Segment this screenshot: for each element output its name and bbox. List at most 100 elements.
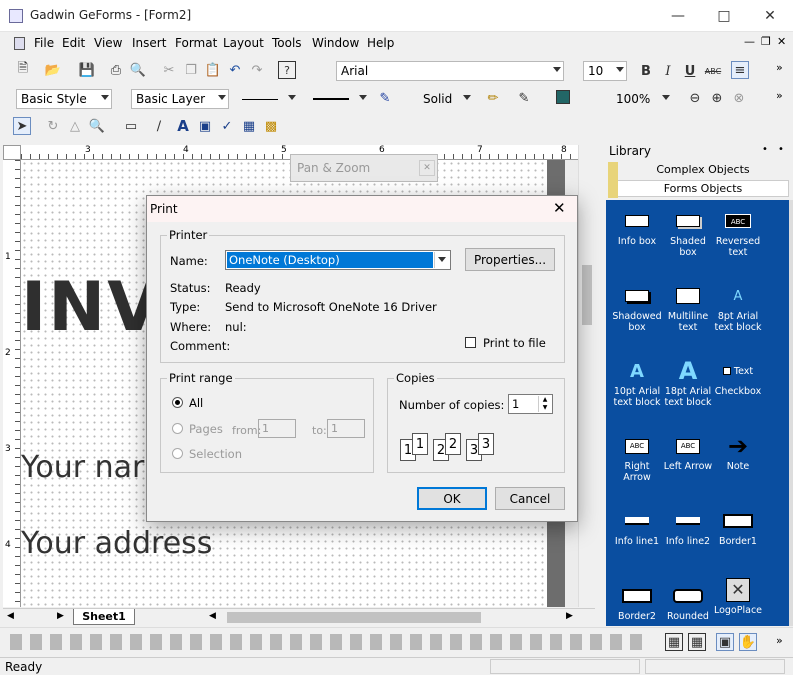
library-item-left-arrow[interactable]: ABC Left Arrow — [662, 433, 714, 472]
text-tool-icon[interactable]: A — [174, 117, 192, 135]
your-address-text[interactable]: Your address — [21, 526, 212, 561]
print-preview-icon[interactable]: 🔍 — [129, 61, 147, 79]
paste-icon[interactable]: 📋 — [204, 61, 222, 79]
open-icon[interactable]: 📂 — [44, 61, 62, 79]
zoom-in-icon[interactable]: ⊕ — [708, 89, 726, 107]
text-color-icon[interactable]: ✎ — [515, 89, 533, 107]
pan-zoom-close-icon[interactable]: ✕ — [419, 160, 435, 176]
library-item-info-line2[interactable]: Info line2 — [662, 508, 714, 547]
library-item-rounded[interactable]: Rounded — [662, 583, 714, 622]
shadow-icon[interactable] — [556, 90, 570, 104]
print-icon[interactable]: ⎙ — [107, 61, 125, 79]
snap-grid-icon[interactable]: ▦ — [688, 633, 706, 651]
menu-format[interactable]: Format — [175, 36, 217, 50]
copy-icon[interactable]: ❐ — [182, 61, 200, 79]
scroll-left-icon[interactable]: ◀ — [209, 611, 216, 621]
line-color-icon[interactable]: ✎ — [376, 89, 394, 107]
cancel-button[interactable]: Cancel — [495, 487, 565, 510]
pointer-icon[interactable]: ➤ — [13, 117, 31, 135]
library-item-multiline-text[interactable]: Multiline text — [662, 283, 714, 333]
help-icon[interactable]: ? — [278, 61, 296, 79]
scroll-right-icon[interactable]: ▶ — [566, 611, 573, 621]
undo-icon[interactable]: ↶ — [226, 61, 244, 79]
printer-name-select[interactable]: OneNote (Desktop) — [225, 250, 451, 270]
pages-radio[interactable] — [172, 423, 183, 434]
library-item-checkbox[interactable]: Text Checkbox — [712, 358, 764, 398]
rectangle-icon[interactable]: ▭ — [122, 117, 140, 135]
library-pin-icon[interactable]: • — [762, 144, 768, 155]
snap-object-icon[interactable]: ▣ — [716, 633, 734, 651]
your-name-text[interactable]: Your nar — [21, 450, 144, 485]
menu-layout[interactable]: Layout — [223, 36, 264, 50]
menu-window[interactable]: Window — [312, 36, 359, 50]
sheet-nav-first-icon[interactable]: ◀ — [7, 611, 14, 621]
new-icon[interactable]: 🗎 — [14, 61, 32, 79]
alignment-tools[interactable] — [10, 634, 650, 650]
pan-icon[interactable]: ✋ — [739, 633, 757, 651]
style-select[interactable]: Basic Style — [16, 89, 112, 109]
properties-button[interactable]: Properties... — [465, 248, 555, 271]
library-item-10pt-text[interactable]: A 10pt Arial text block — [611, 358, 663, 408]
library-item-border2[interactable]: Border2 — [611, 583, 663, 622]
menu-tools[interactable]: Tools — [272, 36, 302, 50]
rotate-icon[interactable]: ↻ — [44, 117, 62, 135]
print-to-file-checkbox[interactable] — [465, 337, 476, 348]
bold-button[interactable]: B — [637, 62, 655, 80]
toolbar-overflow-3-icon[interactable]: » — [776, 634, 783, 647]
mdi-close-icon[interactable]: ✕ — [777, 35, 786, 48]
strikethrough-button[interactable]: ABC — [701, 62, 725, 80]
pan-zoom-window[interactable]: Pan & Zoom ✕ — [290, 154, 438, 182]
toolbar-overflow-2-icon[interactable]: » — [776, 89, 783, 102]
minimize-icon[interactable]: — — [655, 0, 701, 32]
edit-points-icon[interactable]: △ — [66, 117, 84, 135]
library-item-logoplace[interactable]: ✕ LogoPlace — [712, 577, 764, 616]
library-item-shadowed-box[interactable]: Shadowed box — [611, 283, 663, 333]
vertical-scrollbar[interactable] — [578, 145, 595, 607]
library-tab-complex[interactable]: Complex Objects — [617, 162, 789, 179]
horizontal-scrollbar[interactable]: ◀ ▶ Sheet1 ◀ ▶ — [3, 608, 595, 626]
library-item-shaded-box[interactable]: Shaded box — [662, 208, 714, 258]
invoice-title[interactable]: INV — [21, 268, 162, 347]
pages-label[interactable]: Pages — [189, 422, 223, 436]
save-icon[interactable]: 💾 — [78, 61, 96, 79]
menu-insert[interactable]: Insert — [132, 36, 166, 50]
library-item-8pt-text[interactable]: A 8pt Arial text block — [712, 283, 764, 334]
zoom-select[interactable]: 100% — [611, 89, 673, 109]
toolbar-overflow-icon[interactable]: » — [776, 61, 783, 74]
print-to-file-label[interactable]: Print to file — [483, 336, 546, 350]
selection-label[interactable]: Selection — [189, 447, 242, 461]
from-input[interactable]: 1 — [258, 419, 296, 438]
library-scrollbar[interactable] — [789, 200, 793, 626]
maximize-icon[interactable]: □ — [701, 0, 747, 32]
menu-edit[interactable]: Edit — [62, 36, 85, 50]
line-icon[interactable]: ∕ — [150, 117, 168, 135]
zoom-out-icon[interactable]: ⊖ — [686, 89, 704, 107]
grid-icon[interactable]: ▦ — [665, 633, 683, 651]
copies-down-icon[interactable]: ▼ — [538, 404, 551, 412]
sheet-nav-next-icon[interactable]: ▶ — [57, 611, 64, 621]
field-icon[interactable]: ▣ — [196, 117, 214, 135]
zoom-fit-icon[interactable]: ⊗ — [730, 89, 748, 107]
fill-style-select[interactable]: Solid — [418, 89, 474, 109]
redo-icon[interactable]: ↷ — [248, 61, 266, 79]
checkbox-tool-icon[interactable]: ✓ — [218, 117, 236, 135]
align-left-icon[interactable]: ≡ — [731, 61, 749, 79]
font-select[interactable]: Arial — [336, 61, 564, 81]
library-item-info-box[interactable]: Info box — [611, 208, 663, 247]
menu-view[interactable]: View — [94, 36, 122, 50]
sheet-tab[interactable]: Sheet1 — [73, 609, 135, 625]
copies-up-icon[interactable]: ▲ — [538, 396, 551, 404]
layer-select[interactable]: Basic Layer — [131, 89, 229, 109]
to-input[interactable]: 1 — [327, 419, 365, 438]
printer-dropdown-icon[interactable] — [434, 252, 449, 268]
mdi-minimize-icon[interactable]: — — [744, 35, 755, 48]
all-radio[interactable] — [172, 397, 183, 408]
library-item-info-line1[interactable]: Info line1 — [611, 508, 663, 547]
image-icon[interactable]: ▩ — [262, 117, 280, 135]
horizontal-scroll-thumb[interactable] — [227, 612, 481, 623]
scroll-thumb[interactable] — [582, 265, 592, 325]
italic-button[interactable]: I — [659, 62, 677, 80]
menu-help[interactable]: Help — [367, 36, 394, 50]
library-tab-forms[interactable]: Forms Objects — [617, 180, 789, 197]
library-item-right-arrow[interactable]: ABC Right Arrow — [611, 433, 663, 483]
